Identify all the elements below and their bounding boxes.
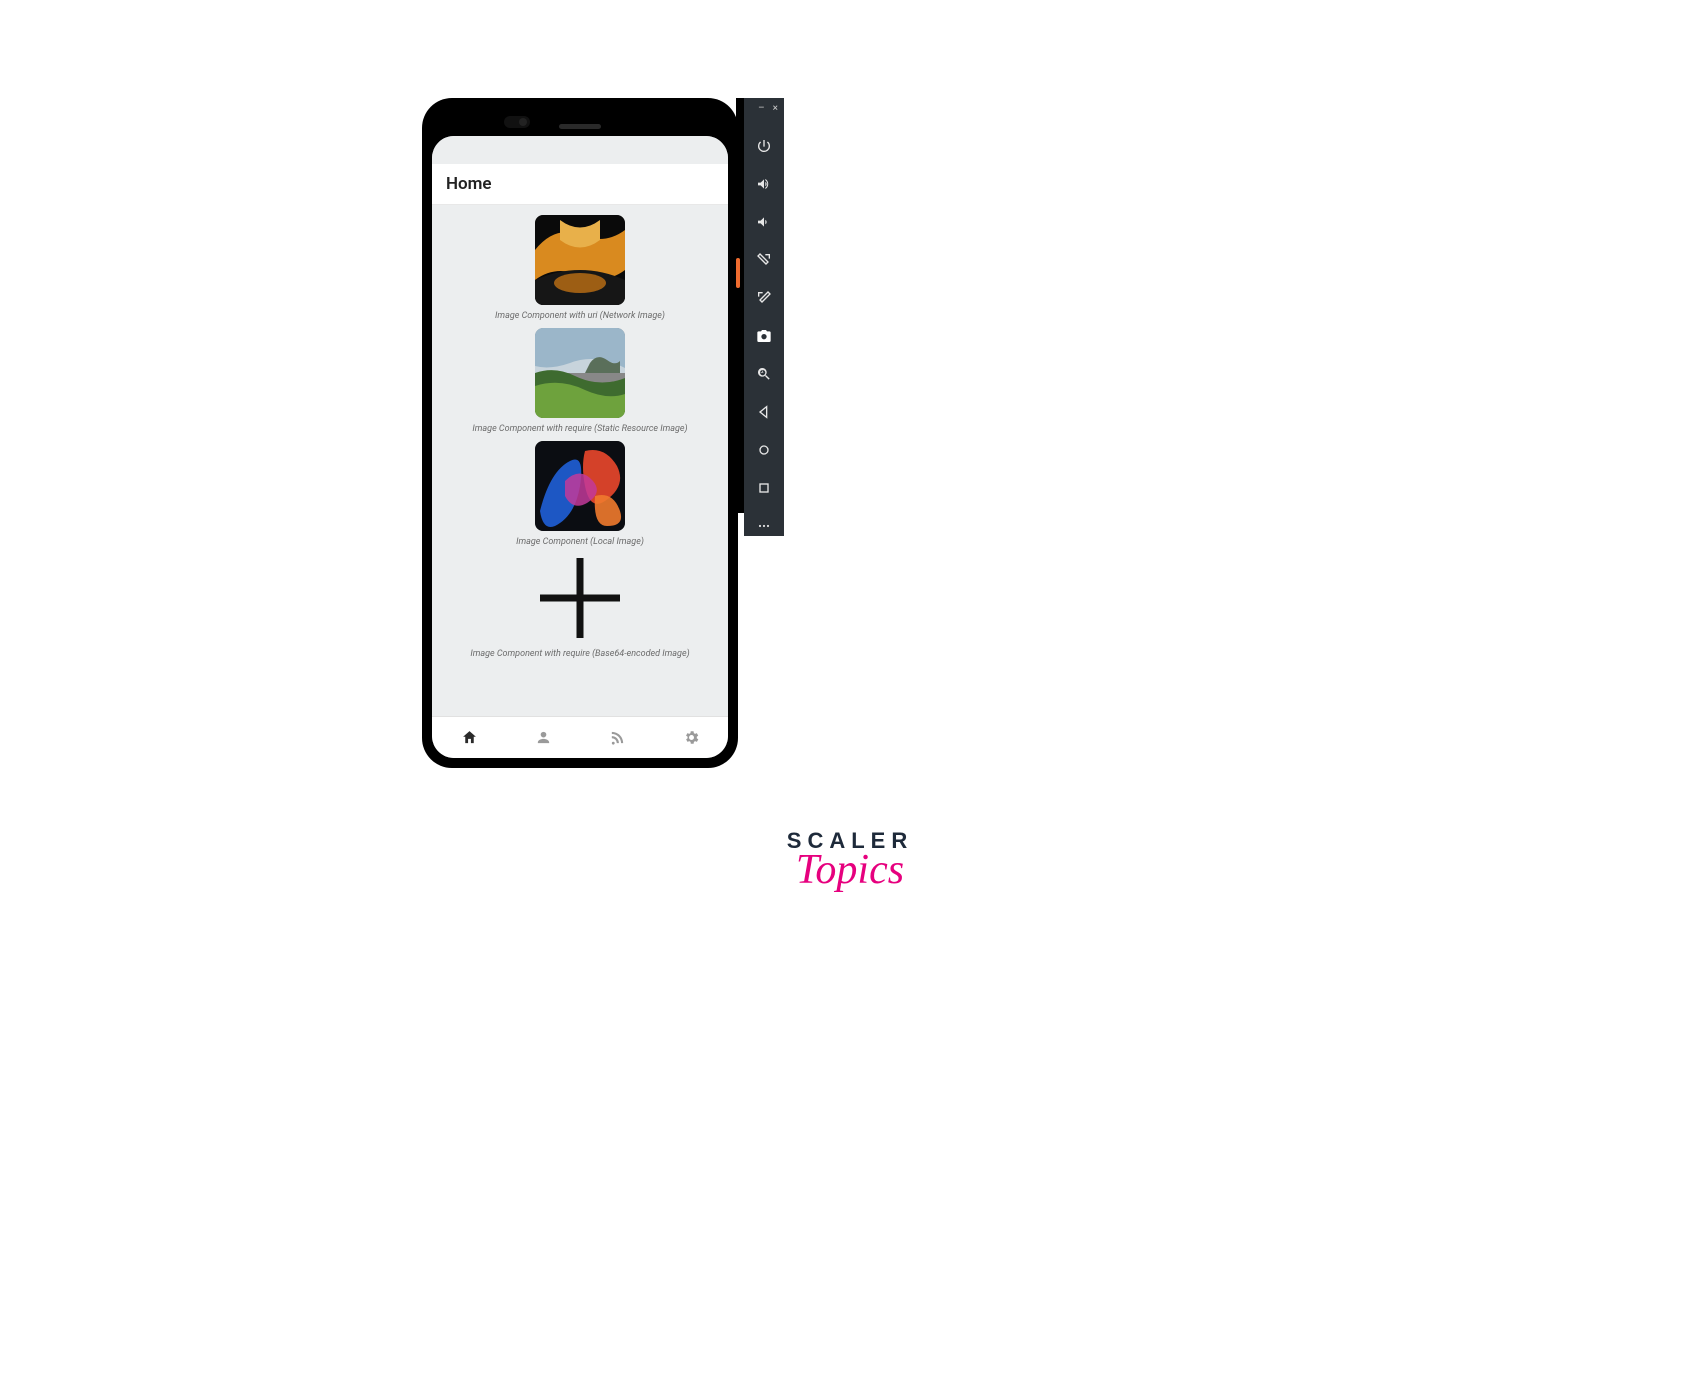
- local-image-caption: Image Component (Local Image): [516, 537, 644, 548]
- emulator-side-toolbar: – ×: [744, 98, 784, 536]
- bottom-tab-bar: [432, 716, 728, 758]
- phone-bezel-top: [422, 102, 738, 122]
- emulator-device-cluster: – × Home: [422, 98, 784, 768]
- phone-front-camera: [504, 116, 530, 128]
- network-image-caption: Image Component with uri (Network Image): [495, 311, 665, 322]
- home-icon: [461, 729, 478, 746]
- volume-up-icon[interactable]: [744, 174, 784, 194]
- tab-feed[interactable]: [580, 717, 654, 758]
- local-image-thumb: [535, 441, 625, 531]
- image-block-network: Image Component with uri (Network Image): [495, 215, 665, 322]
- rotate-right-icon[interactable]: [744, 288, 784, 308]
- home-nav-icon[interactable]: [744, 440, 784, 460]
- minimize-button[interactable]: –: [758, 104, 765, 114]
- status-bar: [432, 136, 728, 164]
- power-icon[interactable]: [744, 136, 784, 156]
- rotate-left-icon[interactable]: [744, 250, 784, 270]
- device-accent-tab: [736, 258, 740, 288]
- close-button[interactable]: ×: [773, 104, 778, 114]
- more-icon[interactable]: [744, 516, 784, 536]
- gear-icon: [683, 729, 700, 746]
- zoom-icon[interactable]: [744, 364, 784, 384]
- phone-frame: Home Image Compo: [422, 98, 738, 768]
- user-icon: [535, 729, 552, 746]
- tab-home[interactable]: [432, 717, 506, 758]
- network-image-thumb: [535, 215, 625, 305]
- page-title: Home: [446, 174, 714, 194]
- phone-screen: Home Image Compo: [432, 136, 728, 758]
- tab-profile[interactable]: [506, 717, 580, 758]
- base64-image-caption: Image Component with require (Base64-enc…: [470, 649, 689, 660]
- base64-image-thumb: [535, 553, 625, 643]
- phone-speaker: [559, 124, 601, 129]
- window-controls: – ×: [744, 104, 784, 114]
- back-icon[interactable]: [744, 402, 784, 422]
- brand-word-topics: Topics: [787, 846, 913, 894]
- scaler-topics-logo: SCALER Topics: [787, 828, 913, 894]
- tab-settings[interactable]: [654, 717, 728, 758]
- app-header: Home: [432, 164, 728, 205]
- camera-icon[interactable]: [744, 326, 784, 346]
- image-block-local: Image Component (Local Image): [516, 441, 644, 548]
- static-image-caption: Image Component with require (Static Res…: [472, 424, 687, 435]
- image-block-static: Image Component with require (Static Res…: [472, 328, 687, 435]
- static-image-thumb: [535, 328, 625, 418]
- overview-icon[interactable]: [744, 478, 784, 498]
- rss-icon: [609, 729, 626, 746]
- volume-down-icon[interactable]: [744, 212, 784, 232]
- app-body[interactable]: Image Component with uri (Network Image): [432, 205, 728, 716]
- image-block-base64: Image Component with require (Base64-enc…: [470, 553, 689, 660]
